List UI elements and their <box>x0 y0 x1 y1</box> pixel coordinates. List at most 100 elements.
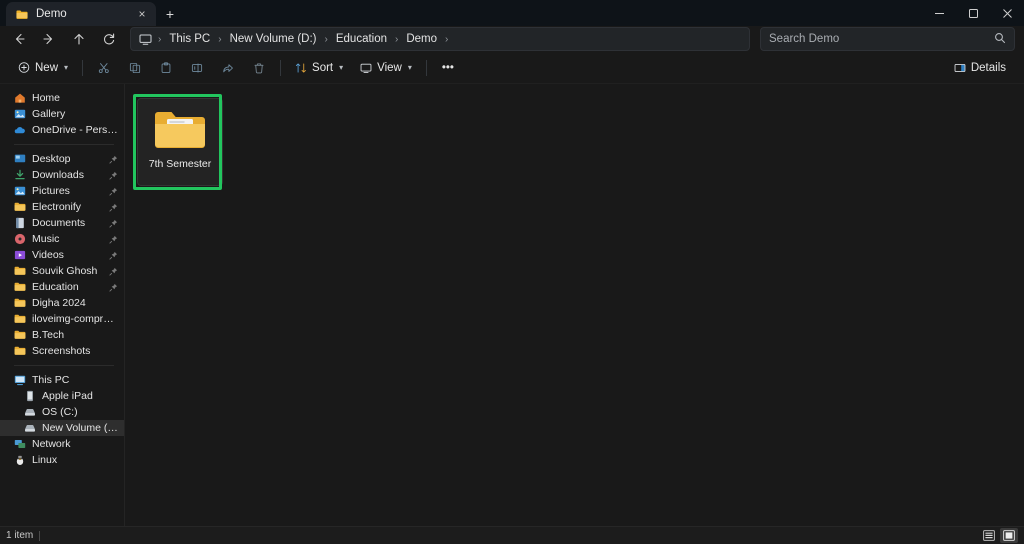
sidebar-item-new-volume-d[interactable]: New Volume (D:) <box>0 420 124 436</box>
toolbar-divider <box>82 59 84 76</box>
sort-button[interactable]: Sort ▾ <box>287 55 351 81</box>
sidebar-item-gallery[interactable]: Gallery <box>0 106 124 122</box>
delete-button[interactable] <box>244 55 274 81</box>
sidebar-item-music[interactable]: Music <box>0 231 124 247</box>
details-pane-icon <box>954 62 966 74</box>
sidebar-divider <box>14 365 114 366</box>
view-icon <box>360 62 372 74</box>
refresh-icon[interactable] <box>94 27 124 51</box>
breadcrumb-separator: › <box>158 33 162 45</box>
sidebar-item-screenshots[interactable]: Screenshots <box>0 343 124 359</box>
file-list-view[interactable]: 7th Semester <box>125 84 1024 526</box>
sidebar-item-documents[interactable]: Documents <box>0 215 124 231</box>
sidebar-item-electronify[interactable]: Electronify <box>0 199 124 215</box>
chevron-down-icon: ▾ <box>339 63 344 72</box>
status-bar: 1 item <box>0 526 1024 544</box>
onedrive-icon <box>14 124 26 136</box>
sidebar-item-videos[interactable]: Videos <box>0 247 124 263</box>
sidebar-item-this-pc[interactable]: This PC <box>0 372 124 388</box>
sidebar-item-downloads[interactable]: Downloads <box>0 167 124 183</box>
maximize-icon[interactable] <box>956 0 990 26</box>
navigation-pane[interactable]: Home Gallery OneDrive - Personal Desktop… <box>0 84 125 526</box>
toolbar-divider <box>425 59 427 76</box>
chevron-down-icon: ▾ <box>64 63 69 72</box>
scissors-icon <box>98 62 110 74</box>
details-view-button[interactable] <box>980 528 998 543</box>
sidebar-item-onedrive[interactable]: OneDrive - Personal <box>0 122 124 138</box>
pin-icon[interactable] <box>109 235 118 244</box>
search-placeholder: Search Demo <box>769 33 840 45</box>
new-button[interactable]: New ▾ <box>10 55 76 81</box>
pin-icon[interactable] <box>109 219 118 228</box>
back-arrow-icon[interactable] <box>4 27 34 51</box>
pin-icon[interactable] <box>109 267 118 276</box>
home-icon <box>14 92 26 104</box>
pin-icon[interactable] <box>109 155 118 164</box>
large-icons-view-button[interactable] <box>1000 528 1018 543</box>
sidebar-item-desktop[interactable]: Desktop <box>0 151 124 167</box>
breadcrumb[interactable]: › This PC › New Volume (D:) › Education … <box>130 27 750 51</box>
sidebar-item-label: Education <box>32 281 79 293</box>
view-button[interactable]: View ▾ <box>352 55 420 81</box>
pin-icon[interactable] <box>109 251 118 260</box>
sidebar-item-label: Videos <box>32 249 64 261</box>
pin-icon[interactable] <box>109 283 118 292</box>
rename-icon <box>191 62 203 74</box>
details-pane-button[interactable]: Details <box>946 55 1014 81</box>
sidebar-item-network[interactable]: Network <box>0 436 124 452</box>
desktop-icon <box>14 153 26 165</box>
folder-icon <box>14 281 26 293</box>
file-explorer-window: Demo × + › This PC › New Volume (D:) › E… <box>0 0 1024 544</box>
sidebar-item-label: Apple iPad <box>42 390 93 402</box>
breadcrumb-item-new-volume[interactable]: New Volume (D:) <box>225 31 322 47</box>
sidebar-item-education[interactable]: Education <box>0 279 124 295</box>
sidebar-item-os-c[interactable]: OS (C:) <box>0 404 124 420</box>
pin-icon[interactable] <box>109 171 118 180</box>
see-more-button[interactable]: ••• <box>433 55 463 81</box>
tab-demo[interactable]: Demo × <box>6 2 156 26</box>
sidebar-item-linux[interactable]: Linux <box>0 452 124 468</box>
sort-button-label: Sort <box>312 61 334 74</box>
up-arrow-icon[interactable] <box>64 27 94 51</box>
share-button[interactable] <box>213 55 243 81</box>
window-controls <box>922 0 1024 26</box>
tab-strip: Demo × + <box>0 0 184 26</box>
forward-arrow-icon[interactable] <box>34 27 64 51</box>
sort-icon <box>295 62 307 74</box>
pin-icon[interactable] <box>109 187 118 196</box>
status-divider <box>39 530 41 541</box>
sidebar-item-label: Linux <box>32 454 58 466</box>
sidebar-item-digha-2024[interactable]: Digha 2024 <box>0 295 124 311</box>
paste-button[interactable] <box>151 55 181 81</box>
paste-icon <box>160 61 172 74</box>
sidebar-item-label: Network <box>32 438 71 450</box>
sidebar-item-pictures[interactable]: Pictures <box>0 183 124 199</box>
tab-title: Demo <box>36 8 67 20</box>
copy-icon <box>129 62 141 74</box>
sidebar-item-apple-ipad[interactable]: Apple iPad <box>0 388 124 404</box>
sidebar-item-btech[interactable]: B.Tech <box>0 327 124 343</box>
close-icon[interactable] <box>990 0 1024 26</box>
sidebar-item-iloveimg-compressed[interactable]: iloveimg-compressed <box>0 311 124 327</box>
sidebar-item-label: B.Tech <box>32 329 65 341</box>
new-tab-button[interactable]: + <box>156 2 184 26</box>
breadcrumb-item-education[interactable]: Education <box>331 31 392 47</box>
network-icon <box>14 438 26 450</box>
file-item-7th-semester[interactable]: 7th Semester <box>137 98 223 186</box>
sidebar-item-souvik-ghosh[interactable]: Souvik Ghosh <box>0 263 124 279</box>
close-icon[interactable]: × <box>134 6 150 22</box>
item-count-label: 1 item <box>6 530 34 541</box>
sidebar-item-label: Pictures <box>32 185 70 197</box>
breadcrumb-item-demo[interactable]: Demo <box>401 31 442 47</box>
drive-icon <box>24 406 36 418</box>
gallery-icon <box>14 108 26 120</box>
minimize-icon[interactable] <box>922 0 956 26</box>
breadcrumb-item-this-pc[interactable]: This PC <box>164 31 215 47</box>
cut-button[interactable] <box>89 55 119 81</box>
copy-button[interactable] <box>120 55 150 81</box>
pin-icon[interactable] <box>109 203 118 212</box>
search-input[interactable]: Search Demo <box>760 27 1015 51</box>
rename-button[interactable] <box>182 55 212 81</box>
sidebar-item-label: Documents <box>32 217 86 229</box>
sidebar-item-home[interactable]: Home <box>0 90 124 106</box>
